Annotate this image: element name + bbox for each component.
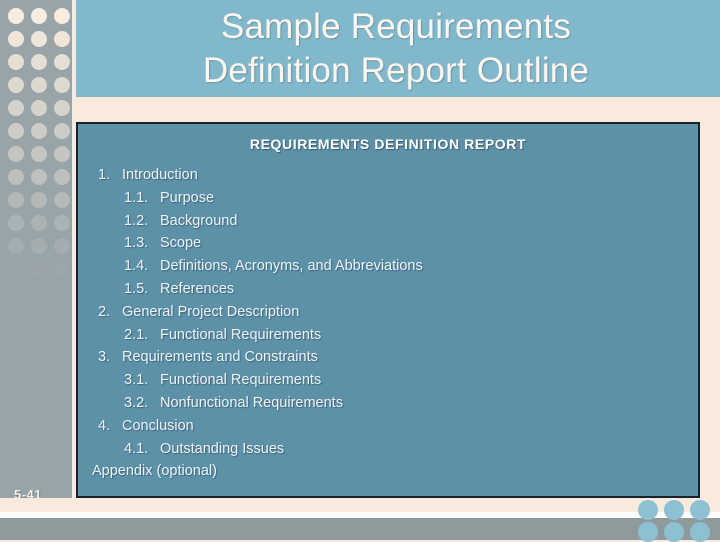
page-title-line-1: Sample Requirements xyxy=(220,6,572,46)
sidebar-dot xyxy=(8,100,24,116)
outline-item-label: Functional Requirements xyxy=(160,326,322,343)
sidebar-dot xyxy=(8,77,24,93)
outline-item-label: Scope xyxy=(160,235,202,252)
sidebar: 5-41 xyxy=(0,0,72,518)
sidebar-dot xyxy=(54,192,70,208)
outline-item: 1.2. Background xyxy=(92,210,688,233)
page-title: Sample Requirements Definition Report Ou… xyxy=(96,0,696,97)
sidebar-dot xyxy=(31,192,47,208)
outline-item-number: 1.3. xyxy=(124,235,149,252)
sidebar-dot xyxy=(8,215,24,231)
footer-band xyxy=(0,518,720,540)
sidebar-dot xyxy=(54,77,70,93)
outline-item-label: Background xyxy=(160,212,238,229)
sidebar-dot xyxy=(8,261,24,277)
corner-dot xyxy=(690,500,710,520)
sidebar-dot xyxy=(8,192,24,208)
outline-item-label: Conclusion xyxy=(122,417,194,434)
sidebar-dot xyxy=(31,31,47,47)
page-title-line-2: Definition Report Outline xyxy=(202,50,590,90)
outline-item-number: 2. xyxy=(98,303,111,320)
outline-item: 1.3. Scope xyxy=(92,232,688,255)
sidebar-dot xyxy=(31,123,47,139)
cream-band xyxy=(0,498,720,512)
outline-item: 4. Conclusion xyxy=(92,415,688,438)
corner-dot xyxy=(638,522,658,542)
corner-dot xyxy=(690,522,710,542)
sidebar-dot xyxy=(54,8,70,24)
sidebar-dot xyxy=(54,169,70,185)
outline-item-label: General Project Description xyxy=(122,303,300,320)
outline-item: 3. Requirements and Constraints xyxy=(92,346,688,369)
outline-item-label: Introduction xyxy=(122,167,198,183)
outline-item: 4.1. Outstanding Issues xyxy=(92,438,688,461)
sidebar-dot xyxy=(31,238,47,254)
sidebar-dot xyxy=(31,77,47,93)
sidebar-dot xyxy=(8,146,24,162)
outline-item-label: Definitions, Acronyms, and Abbreviations xyxy=(160,258,423,275)
sidebar-dot xyxy=(54,146,70,162)
corner-dot xyxy=(638,500,658,520)
outline-item: 3.2. Nonfunctional Requirements xyxy=(92,392,688,415)
outline-item-number: 4.1. xyxy=(124,440,149,457)
outline-item-label: Appendix (optional) xyxy=(92,463,217,480)
sidebar-dot xyxy=(54,261,70,277)
sidebar-dot xyxy=(54,31,70,47)
sidebar-dot xyxy=(54,215,70,231)
outline-item-number: 3. xyxy=(98,349,111,366)
sidebar-dot xyxy=(31,261,47,277)
outline-item-number: 3.1. xyxy=(124,372,149,389)
outline-item-number: 1.4. xyxy=(124,258,149,275)
sidebar-dot xyxy=(31,8,47,24)
outline-item: Appendix (optional) xyxy=(92,460,688,483)
outline-item: 3.1. Functional Requirements xyxy=(92,369,688,392)
outline-item-label: Nonfunctional Requirements xyxy=(160,394,343,411)
sidebar-dot xyxy=(8,123,24,139)
outline-item-number: 1. xyxy=(98,167,111,183)
sidebar-dot xyxy=(8,238,24,254)
outline-item: 1.1. Purpose xyxy=(92,187,688,210)
outline-item: 2. General Project Description xyxy=(92,301,688,324)
corner-dot xyxy=(664,500,684,520)
outline-item-number: 1.5. xyxy=(124,280,149,297)
sidebar-dot xyxy=(54,100,70,116)
sidebar-dot xyxy=(8,31,24,47)
outline-item-number: 2.1. xyxy=(124,326,149,343)
outline-item: 1. Introduction xyxy=(92,164,688,187)
outline-item-label: Requirements and Constraints xyxy=(122,349,318,366)
sidebar-dot xyxy=(54,123,70,139)
sidebar-dot xyxy=(54,54,70,70)
outline-item-label: Outstanding Issues xyxy=(160,440,285,457)
sidebar-dot xyxy=(31,54,47,70)
corner-dot-group xyxy=(636,498,720,542)
sidebar-dot xyxy=(54,238,70,254)
outline-item: 1.5. References xyxy=(92,278,688,301)
outline-list: 1. Introduction 1.1. Purpose 1.2. Background 1… xyxy=(92,164,688,483)
outline-item-label: Functional Requirements xyxy=(160,372,322,389)
sidebar-dot xyxy=(31,215,47,231)
sidebar-dot xyxy=(8,54,24,70)
content-panel: REQUIREMENTS DEFINITION REPORT 1. Introdu… xyxy=(76,122,700,498)
outline-item-label: Purpose xyxy=(160,189,215,206)
corner-dot xyxy=(664,522,684,542)
panel-heading: REQUIREMENTS DEFINITION REPORT xyxy=(249,136,527,152)
outline-item-number: 1.1. xyxy=(124,189,149,206)
outline-item-number: 3.2. xyxy=(124,394,149,411)
outline-item-label: References xyxy=(160,280,235,297)
sidebar-dot xyxy=(31,100,47,116)
sidebar-dot xyxy=(8,8,24,24)
sidebar-dot xyxy=(31,146,47,162)
sidebar-dot-grid xyxy=(0,0,72,300)
outline-item-number: 4. xyxy=(98,417,111,434)
slide: Sample Requirements Definition Report Ou… xyxy=(0,0,720,542)
outline-item-number: 1.2. xyxy=(124,212,149,229)
sidebar-dot xyxy=(8,169,24,185)
sidebar-dot xyxy=(31,169,47,185)
outline-item: 2.1. Functional Requirements xyxy=(92,324,688,347)
outline-item: 1.4. Definitions, Acronyms, and Abbreviat… xyxy=(92,255,688,278)
